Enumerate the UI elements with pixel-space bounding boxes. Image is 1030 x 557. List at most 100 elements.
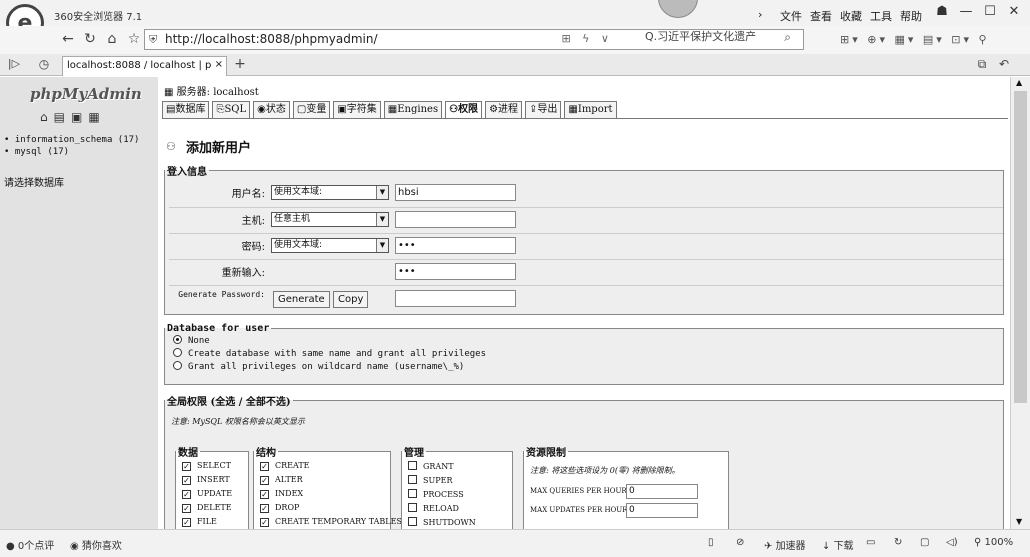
toolbar-icons[interactable]: ⊞▾ ⊕▾ ▦▾ ▤▾ ⊡▾ ⚲ — [840, 33, 990, 46]
max-updates-input[interactable]: 0 — [626, 503, 698, 518]
radio-selected[interactable] — [173, 335, 182, 344]
tab-engines[interactable]: ▦Engines — [383, 101, 443, 119]
download-button[interactable]: ↓ 下载 — [822, 537, 854, 552]
db-item-mysql[interactable]: • mysql (17) — [4, 147, 69, 157]
back-icon[interactable]: ← — [58, 29, 78, 49]
tab-variables[interactable]: ▢变量 — [292, 101, 331, 119]
close-button[interactable]: ✕ — [1004, 4, 1024, 20]
accelerator-button[interactable]: ✈ 加速器 — [764, 537, 806, 552]
refresh-status-icon[interactable]: ↻ — [894, 537, 902, 548]
scrollbar[interactable]: ▲ ▼ — [1010, 77, 1030, 529]
menu-chevron-icon[interactable]: › — [758, 8, 762, 21]
generated-password-input[interactable] — [395, 290, 516, 307]
reviews-link[interactable]: ● 0个点评 — [6, 537, 54, 552]
db-option-wildcard[interactable]: Grant all privileges on wildcard name (u… — [173, 361, 464, 372]
skin-icon[interactable]: ☗ — [932, 4, 952, 20]
url-text[interactable]: http://localhost:8088/phpmyadmin/ — [165, 32, 378, 46]
maximize-button[interactable]: ☐ — [980, 4, 1000, 20]
tab-sql[interactable]: ⎘SQL — [212, 101, 251, 119]
undo-icon[interactable]: ↶ — [994, 54, 1014, 74]
db-option-none[interactable]: None — [173, 335, 210, 346]
menu-favorites[interactable]: 收藏 — [840, 8, 862, 24]
priv-update[interactable]: ✓ UPDATE — [182, 489, 232, 499]
divider — [169, 259, 1003, 260]
home-icon[interactable]: ⌂ — [40, 110, 54, 124]
radio[interactable] — [173, 348, 182, 357]
scroll-down-icon[interactable]: ▼ — [1016, 517, 1022, 526]
restore-tab-icon[interactable]: ⧉ — [972, 54, 992, 74]
priv-index[interactable]: ✓ INDEX — [260, 489, 303, 499]
password-select[interactable]: 使用文本域: ▼ — [271, 238, 389, 253]
generate-button[interactable]: Generate — [273, 291, 330, 308]
sql-window-icon[interactable]: ▤ — [54, 110, 71, 124]
address-tools-icon[interactable]: ⊞ ϟ ∨ — [561, 32, 613, 45]
mobile-icon[interactable]: ▯ — [708, 537, 714, 548]
home-icon[interactable]: ⌂ — [102, 29, 122, 49]
copy-button[interactable]: Copy — [333, 291, 369, 308]
menu-file[interactable]: 文件 — [780, 8, 802, 24]
mascot-icon — [658, 0, 698, 18]
menu-view[interactable]: 查看 — [810, 8, 832, 24]
priv-create[interactable]: ✓ CREATE — [260, 461, 310, 471]
tab-status[interactable]: ◉状态 — [253, 101, 290, 119]
priv-super[interactable]: SUPER — [408, 475, 452, 485]
tab-charsets[interactable]: ▣字符集 — [333, 101, 381, 119]
docs-icon[interactable]: ▦ — [88, 110, 105, 124]
host-input[interactable] — [395, 211, 516, 228]
tab-close-icon[interactable]: × — [215, 59, 223, 70]
tab-import[interactable]: ▦Import — [564, 101, 617, 119]
recommend-link[interactable]: ◉ 猜你喜欢 — [70, 537, 122, 552]
shield-icon: ⛨ — [149, 33, 158, 46]
username-select[interactable]: 使用文本域: ▼ — [271, 185, 389, 200]
search-input[interactable]: Q.习近平保护文化遗产 ⌕ — [645, 28, 795, 44]
retype-input[interactable]: ••• — [395, 263, 516, 280]
scroll-up-icon[interactable]: ▲ — [1016, 78, 1022, 87]
priv-insert[interactable]: ✓ INSERT — [182, 475, 230, 485]
priv-reload[interactable]: RELOAD — [408, 503, 459, 513]
search-icon[interactable]: ⌕ — [784, 30, 791, 45]
screenshot-icon[interactable]: ▭ — [866, 537, 875, 548]
priv-create-temp-tables[interactable]: ✓ CREATE TEMPORARY TABLES — [260, 517, 402, 527]
menu-help[interactable]: 帮助 — [900, 8, 922, 24]
password-input[interactable]: ••• — [395, 237, 516, 254]
priv-drop[interactable]: ✓ DROP — [260, 503, 299, 513]
sound-icon[interactable]: ◁) — [946, 537, 958, 548]
priv-delete[interactable]: ✓ DELETE — [182, 503, 232, 513]
status-bar: ● 0个点评 ◉ 猜你喜欢 ▯ ⊘ ✈ 加速器 ↓ 下载 ▭ ↻ ▢ ◁) ⚲ … — [0, 529, 1030, 557]
history-icon[interactable]: ◷ — [34, 54, 54, 74]
priv-shutdown[interactable]: SHUTDOWN — [408, 517, 476, 527]
priv-select[interactable]: ✓ SELECT — [182, 461, 231, 471]
query-icon[interactable]: ▣ — [71, 110, 88, 124]
priv-alter[interactable]: ✓ ALTER — [260, 475, 303, 485]
clean-icon[interactable]: ⊘ — [736, 537, 744, 548]
global-privileges-legend[interactable]: 全局权限 (全选 / 全部不选) — [165, 393, 293, 408]
tab-export[interactable]: ⇪导出 — [525, 101, 562, 119]
window-icon[interactable]: ▢ — [920, 537, 929, 548]
scroll-thumb[interactable] — [1014, 91, 1027, 403]
db-item-information-schema[interactable]: • information_schema (17) — [4, 135, 139, 145]
zoom-control[interactable]: ⚲ 100% — [974, 537, 1013, 548]
new-tab-button[interactable]: + — [230, 54, 250, 74]
app-title: 360安全浏览器 7.1 — [54, 12, 143, 23]
priv-file[interactable]: ✓ FILE — [182, 517, 217, 527]
tab-processes[interactable]: ⚙进程 — [485, 101, 523, 119]
priv-process[interactable]: PROCESS — [408, 489, 464, 499]
sidebar-toggle-icon[interactable]: |▷ — [4, 54, 24, 74]
star-icon[interactable]: ☆ — [124, 29, 144, 49]
radio[interactable] — [173, 361, 182, 370]
max-queries-input[interactable]: 0 — [626, 484, 698, 499]
host-select[interactable]: 任意主机 ▼ — [271, 212, 389, 227]
divider — [169, 233, 1003, 234]
refresh-icon[interactable]: ↻ — [80, 29, 100, 49]
page-title: 添加新用户 — [186, 141, 252, 156]
priv-grant[interactable]: GRANT — [408, 461, 454, 471]
minimize-button[interactable]: — — [956, 4, 976, 20]
db-option-create[interactable]: Create database with same name and grant… — [173, 348, 486, 359]
tab-bar: |▷ ◷ localhost:8088 / localhost | p × + … — [0, 54, 1030, 76]
pma-logo[interactable]: phpMyAdmin — [30, 85, 142, 103]
tab-phpmyadmin[interactable]: localhost:8088 / localhost | p × — [62, 56, 227, 76]
tab-databases[interactable]: ▤数据库 — [162, 101, 210, 119]
username-input[interactable]: hbsi — [395, 184, 516, 201]
tab-privileges[interactable]: ⚇权限 — [445, 101, 483, 119]
menu-tools[interactable]: 工具 — [870, 8, 892, 24]
